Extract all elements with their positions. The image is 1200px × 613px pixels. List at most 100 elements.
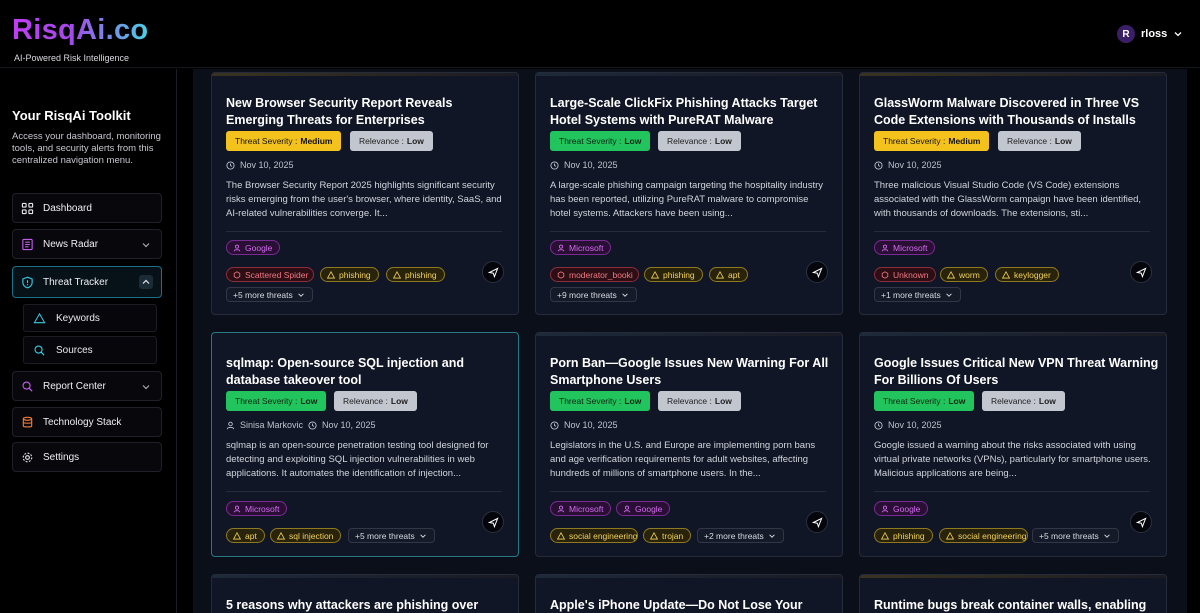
card-title[interactable]: Runtime bugs break container walls, enab… [874, 597, 1159, 613]
threat-card[interactable]: Large-Scale ClickFix Phishing Attacks Ta… [535, 72, 843, 315]
collapse-button[interactable] [139, 275, 153, 289]
warning-icon [716, 270, 724, 278]
chevron-down-icon [946, 292, 952, 297]
more-threats-button[interactable]: +9 more threats [550, 287, 637, 302]
share-button[interactable] [806, 511, 828, 533]
threat-tag[interactable]: sql injection [270, 528, 342, 543]
more-threats-button[interactable]: +2 more threats [697, 528, 784, 543]
relevance-badge: Relevance : Low [982, 391, 1065, 411]
severity-badge: Threat Severity : Medium [874, 131, 990, 151]
threat-tag[interactable]: apt [709, 267, 748, 282]
threat-tag[interactable]: apt [226, 528, 265, 543]
sidebar-subitem-keywords[interactable]: Keywords [23, 304, 157, 332]
card-title[interactable]: Google Issues Critical New VPN Threat Wa… [874, 355, 1159, 388]
card-title[interactable]: Large-Scale ClickFix Phishing Attacks Ta… [550, 95, 835, 128]
company-tag[interactable]: Google [874, 501, 929, 516]
threat-tag[interactable]: phishing [874, 528, 933, 543]
warning-icon [277, 531, 285, 539]
threat-card[interactable]: Google Issues Critical New VPN Threat Wa… [859, 332, 1167, 557]
share-button[interactable] [1130, 261, 1152, 283]
company-tag[interactable]: Microsoft [550, 501, 612, 516]
threat-card[interactable]: Apple's iPhone Update—Do Not Lose Your [535, 574, 843, 613]
threat-tag[interactable]: trojan [643, 528, 692, 543]
sidebar-item-dashboard[interactable]: Dashboard [12, 193, 162, 223]
threat-card[interactable]: Runtime bugs break container walls, enab… [859, 574, 1167, 613]
more-threats-button[interactable]: +5 more threats [1032, 528, 1119, 543]
threat-actor-tag[interactable]: Unknown [874, 267, 937, 282]
hexagon-icon [557, 270, 565, 279]
sidebar-item-news-radar[interactable]: News Radar [12, 229, 162, 259]
sidebar-subitem-sources[interactable]: Sources [23, 336, 157, 364]
threat-card[interactable]: GlassWorm Malware Discovered in Three VS… [859, 72, 1167, 315]
more-threats-button[interactable]: +5 more threats [348, 528, 435, 543]
card-title[interactable]: Apple's iPhone Update—Do Not Lose Your [550, 597, 835, 613]
relevance-badge: Relevance : Low [334, 391, 417, 411]
chevron-down-icon [142, 243, 150, 248]
threat-tag[interactable]: worm [940, 267, 988, 282]
share-button[interactable] [482, 261, 504, 283]
card-date: Nov 10, 2025 [308, 420, 376, 430]
sidebar-item-report-center[interactable]: Report Center [12, 371, 162, 401]
card-title[interactable]: sqlmap: Open-source SQL injection and da… [226, 355, 511, 388]
card-title[interactable]: 5 reasons why attackers are phishing ove… [226, 597, 511, 613]
threat-card[interactable]: 5 reasons why attackers are phishing ove… [211, 574, 519, 613]
sidebar-item-settings[interactable]: Settings [12, 442, 162, 472]
warning-icon [946, 531, 954, 539]
share-button[interactable] [482, 511, 504, 533]
more-threats-button[interactable]: +1 more threats [874, 287, 961, 302]
sidebar-subitem-label: Sources [56, 344, 93, 356]
threat-tag[interactable]: social engineering [939, 528, 1028, 543]
sidebar-item-label: Threat Tracker [43, 276, 109, 288]
share-button[interactable] [806, 261, 828, 283]
user-icon [881, 505, 889, 512]
severity-badge: Threat Severity : Low [550, 391, 651, 411]
clock-icon [308, 420, 317, 430]
threat-actor-tag[interactable]: Scattered Spider [226, 267, 314, 282]
card-summary: sqlmap is an open-source penetration tes… [226, 440, 489, 479]
sidebar-item-label: Settings [43, 451, 80, 463]
more-threats-button[interactable]: +5 more threats [226, 287, 313, 302]
card-date: Nov 10, 2025 [550, 420, 618, 430]
threat-card[interactable]: Porn Ban—Google Issues New Warning For A… [535, 332, 843, 557]
user-icon [557, 244, 565, 251]
card-title[interactable]: Porn Ban—Google Issues New Warning For A… [550, 355, 835, 388]
threat-actor-tag[interactable]: moderator_booki [550, 267, 639, 282]
send-icon [1135, 266, 1147, 278]
sidebar-item-threat-tracker[interactable]: Threat Tracker [12, 266, 162, 298]
card-summary: Legislators in the U.S. and Europe are i… [550, 440, 816, 479]
hexagon-icon [233, 270, 241, 279]
threat-tag[interactable]: social engineering [550, 528, 638, 543]
company-tag[interactable]: Google [616, 501, 671, 516]
sidebar-item-label: News Radar [43, 238, 99, 250]
threat-tag[interactable]: phishing [644, 267, 703, 282]
avatar: R [1117, 25, 1135, 43]
send-icon [487, 516, 499, 528]
threat-tag[interactable]: phishing [320, 267, 379, 282]
company-tag[interactable]: Microsoft [226, 501, 288, 516]
threat-tag[interactable]: keylogger [995, 267, 1059, 282]
chevron-down-icon [1174, 32, 1182, 37]
company-tag[interactable]: Microsoft [874, 240, 936, 255]
clock-icon [550, 160, 559, 170]
chevron-down-icon [1104, 533, 1110, 538]
username: rloss [1141, 28, 1168, 40]
threat-card[interactable]: sqlmap: Open-source SQL injection and da… [211, 332, 519, 557]
send-icon [487, 266, 499, 278]
user-icon [557, 505, 565, 512]
company-tag[interactable]: Microsoft [550, 240, 612, 255]
sidebar-item-technology-stack[interactable]: Technology Stack [12, 407, 162, 437]
company-tag[interactable]: Google [226, 240, 281, 255]
app-logo[interactable]: RisqAi.co [12, 14, 148, 47]
threat-card[interactable]: New Browser Security Report Reveals Emer… [211, 72, 519, 315]
severity-badge: Threat Severity : Low [874, 391, 975, 411]
card-date: Nov 10, 2025 [874, 160, 942, 170]
severity-badge: Threat Severity : Medium [226, 131, 342, 151]
user-menu-button[interactable]: R rloss [1117, 24, 1183, 44]
card-author: Sinisa Markovic [226, 420, 303, 430]
threat-tag[interactable]: phishing [386, 267, 445, 282]
share-button[interactable] [1130, 511, 1152, 533]
warning-icon [393, 270, 401, 278]
card-title[interactable]: New Browser Security Report Reveals Emer… [226, 95, 511, 128]
sidebar-item-label: Dashboard [43, 202, 92, 214]
card-title[interactable]: GlassWorm Malware Discovered in Three VS… [874, 95, 1159, 128]
